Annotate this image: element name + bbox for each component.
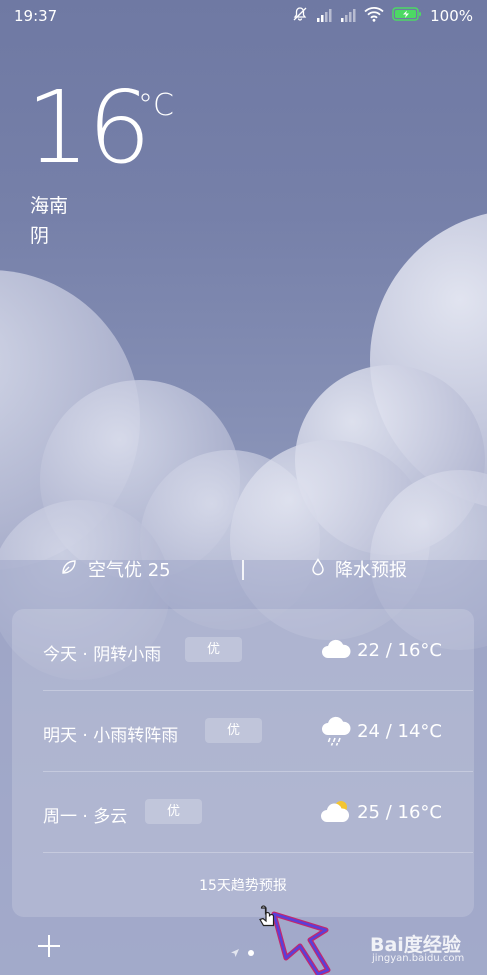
info-row: 空气优 25 降水预报 — [0, 556, 487, 586]
rain-cloud-icon — [320, 715, 352, 747]
forecast-row-monday[interactable]: 周一 · 多云 优 25 / 16°C — [12, 772, 474, 852]
watermark-url: jingyan.baidu.com — [372, 953, 465, 964]
partly-cloudy-icon — [320, 796, 352, 828]
precipitation-forecast-button[interactable]: 降水预报 — [311, 556, 407, 582]
leaf-icon — [60, 558, 78, 581]
aqi-badge: 优 — [185, 637, 242, 662]
add-city-button[interactable] — [36, 933, 62, 959]
divider — [242, 560, 244, 580]
forecast-temps: 24 / 14°C — [357, 721, 442, 742]
temperature-value: 16 — [26, 69, 151, 186]
weather-condition: 阴 — [30, 225, 50, 247]
pointer-arrow-icon — [259, 905, 331, 975]
temperature-unit: °C — [138, 88, 174, 123]
forecast-day-label: 周一 · 多云 — [43, 807, 128, 827]
forecast-divider — [43, 852, 473, 853]
location-arrow-icon — [230, 943, 240, 962]
air-quality-label: 空气优 25 — [88, 560, 171, 581]
forecast-card: 今天 · 阴转小雨 优 22 / 16°C 明天 · 小雨转阵雨 优 24 / … — [12, 609, 474, 917]
battery-percent: 100% — [430, 7, 473, 25]
aqi-badge: 优 — [145, 799, 202, 824]
forecast-row-tomorrow[interactable]: 明天 · 小雨转阵雨 优 24 / 14°C — [12, 691, 474, 771]
status-bar: 19:37 100% — [0, 0, 487, 34]
forecast-temps: 25 / 16°C — [357, 802, 442, 823]
baidu-watermark: Bai度经验 jingyan.baidu.com — [364, 926, 484, 970]
wifi-icon — [364, 6, 384, 26]
aqi-badge: 优 — [205, 718, 262, 743]
current-temperature: 16 °C — [26, 78, 174, 178]
page-indicator[interactable] — [230, 943, 254, 962]
forecast-day-label: 明天 · 小雨转阵雨 — [43, 726, 179, 746]
status-icons: 100% — [292, 6, 473, 26]
forecast-day-label: 今天 · 阴转小雨 — [43, 645, 162, 665]
mute-icon — [292, 6, 308, 26]
battery-charging-icon — [392, 6, 422, 26]
precipitation-label: 降水预报 — [335, 560, 407, 581]
status-time: 19:37 — [14, 7, 58, 25]
cloudy-icon — [320, 634, 352, 666]
fifteen-day-trend-link[interactable]: 15天趋势预报 — [12, 875, 474, 895]
forecast-row-today[interactable]: 今天 · 阴转小雨 优 22 / 16°C — [12, 610, 474, 690]
city-name[interactable]: 海南 — [30, 191, 68, 218]
forecast-temps: 22 / 16°C — [357, 640, 442, 661]
plus-icon — [38, 935, 60, 957]
page-dot — [248, 949, 254, 956]
signal-icon — [340, 7, 356, 26]
raindrop-icon — [311, 557, 325, 581]
signal-icon — [316, 7, 332, 26]
air-quality-button[interactable]: 空气优 25 — [60, 556, 171, 582]
